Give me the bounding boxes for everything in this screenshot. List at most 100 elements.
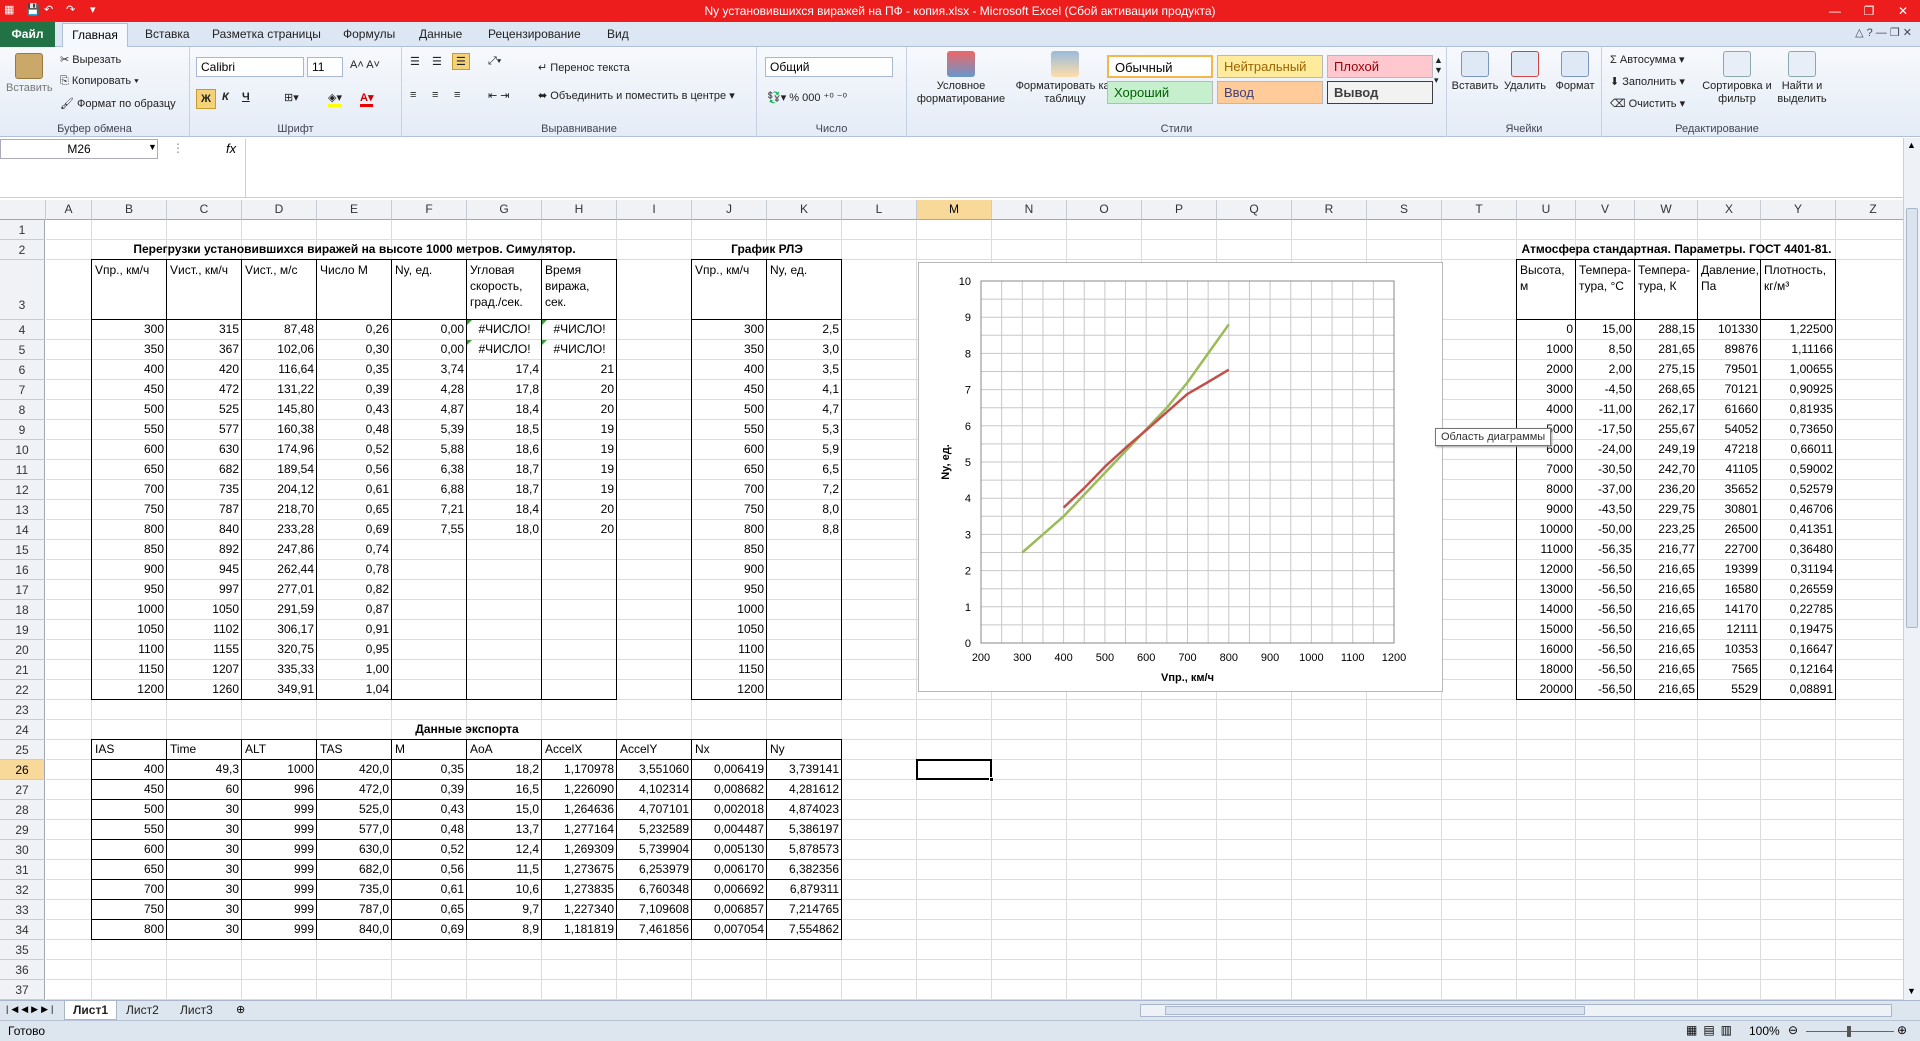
table1-cell[interactable]: 18,7 [467,460,542,480]
table4-cell[interactable]: 30 [167,820,242,840]
table1-cell[interactable]: 19 [542,420,617,440]
table3-cell[interactable]: -56,50 [1576,580,1635,600]
table3-cell[interactable]: 47218 [1698,440,1761,460]
table4-cell[interactable]: 7,109608 [617,900,692,920]
row-header[interactable]: 26 [0,760,45,780]
table3-cell[interactable]: 30801 [1698,500,1761,520]
table3-header[interactable]: Темпера-тура, °С [1576,260,1635,320]
table2-cell[interactable]: 900 [692,560,767,580]
table2-cell[interactable]: 950 [692,580,767,600]
table4-cell[interactable]: 0,005130 [692,840,767,860]
table1-cell[interactable] [542,660,617,680]
table1-header[interactable]: Число М [317,260,392,320]
table1-title[interactable]: Перегрузки установившихся виражей на выс… [92,240,617,260]
table1-cell[interactable]: 20 [542,400,617,420]
table4-cell[interactable]: 7,214765 [767,900,842,920]
table1-cell[interactable]: 1207 [167,660,242,680]
table4-header[interactable]: Ny [767,740,842,760]
table1-cell[interactable]: 945 [167,560,242,580]
style-normal[interactable]: Обычный [1107,55,1213,78]
table2-cell[interactable]: 7,2 [767,480,842,500]
table2-cell[interactable]: 450 [692,380,767,400]
copy-button[interactable]: ⎘ Копировать ▾ [60,75,139,88]
table4-cell[interactable]: 0,006170 [692,860,767,880]
table4-cell[interactable]: 1,269309 [542,840,617,860]
table4-cell[interactable]: 630,0 [317,840,392,860]
table1-cell[interactable]: 577 [167,420,242,440]
table1-cell[interactable]: 1050 [92,620,167,640]
table1-cell[interactable]: 300 [92,320,167,340]
conditional-formatting-button[interactable]: Условное форматирование [911,51,1011,106]
table1-cell[interactable]: 18,0 [467,520,542,540]
table1-cell[interactable] [542,560,617,580]
table1-cell[interactable]: 550 [92,420,167,440]
table1-cell[interactable]: 800 [92,520,167,540]
table1-cell[interactable]: 682 [167,460,242,480]
table4-cell[interactable]: 4,707101 [617,800,692,820]
table3-cell[interactable]: 3000 [1517,380,1576,400]
table1-cell[interactable] [542,540,617,560]
table4-cell[interactable]: 1,277164 [542,820,617,840]
row-header[interactable]: 15 [0,540,45,560]
table3-cell[interactable]: -24,00 [1576,440,1635,460]
column-header[interactable]: H [542,200,617,220]
indent-icons[interactable]: ⇤ ⇥ [488,89,510,102]
table2-cell[interactable]: 5,9 [767,440,842,460]
sheet-tab[interactable]: Лист3 [172,1001,221,1020]
table1-cell[interactable]: 18,7 [467,480,542,500]
table1-cell[interactable]: 0,26 [317,320,392,340]
table1-cell[interactable]: 840 [167,520,242,540]
insert-sheet-icon[interactable]: ⊕ [236,1003,245,1016]
table3-cell[interactable]: 236,20 [1635,480,1698,500]
table4-cell[interactable]: 450 [92,780,167,800]
table3-cell[interactable]: 79501 [1698,360,1761,380]
table1-cell[interactable] [467,640,542,660]
table4-cell[interactable]: 8,9 [467,920,542,940]
zoom-out-icon[interactable]: ⊖ [1788,1023,1798,1037]
table4-cell[interactable]: 30 [167,920,242,940]
table3-cell[interactable]: 1,11166 [1761,340,1836,360]
table4-cell[interactable]: 30 [167,840,242,860]
table4-cell[interactable]: 5,232589 [617,820,692,840]
table1-cell[interactable] [542,680,617,700]
table1-cell[interactable]: 0,56 [317,460,392,480]
table1-cell[interactable]: 0,87 [317,600,392,620]
row-header[interactable]: 34 [0,920,45,940]
table3-cell[interactable]: -4,50 [1576,380,1635,400]
table4-cell[interactable]: 16,5 [467,780,542,800]
table3-cell[interactable]: 11000 [1517,540,1576,560]
table1-cell[interactable]: 1,00 [317,660,392,680]
table2-cell[interactable]: 350 [692,340,767,360]
table1-cell[interactable] [542,640,617,660]
table1-cell[interactable]: 735 [167,480,242,500]
table3-cell[interactable]: 0,19475 [1761,620,1836,640]
clear-button[interactable]: ⌫ Очистить ▾ [1610,97,1685,110]
table4-cell[interactable]: 1,181819 [542,920,617,940]
table3-cell[interactable]: 216,65 [1635,580,1698,600]
table1-cell[interactable]: 1100 [92,640,167,660]
table2-cell[interactable] [767,580,842,600]
row-header[interactable]: 27 [0,780,45,800]
table1-cell[interactable]: 0,39 [317,380,392,400]
table1-cell[interactable]: 350 [92,340,167,360]
row-header[interactable]: 30 [0,840,45,860]
table1-cell[interactable]: 1155 [167,640,242,660]
table3-cell[interactable]: -56,50 [1576,660,1635,680]
tab-insert[interactable]: Вставка [145,27,190,41]
table2-title[interactable]: График РЛЭ [692,240,842,260]
table1-cell[interactable]: 850 [92,540,167,560]
table3-cell[interactable]: 9000 [1517,500,1576,520]
table2-cell[interactable] [767,620,842,640]
row-header[interactable]: 35 [0,940,45,960]
table1-cell[interactable] [467,620,542,640]
table1-cell[interactable]: 18,5 [467,420,542,440]
tab-view[interactable]: Вид [607,27,629,41]
row-header[interactable]: 28 [0,800,45,820]
table2-cell[interactable] [767,640,842,660]
table1-header[interactable]: Vпр., км/ч [92,260,167,320]
row-header[interactable]: 5 [0,340,45,360]
table2-cell[interactable]: 850 [692,540,767,560]
table2-cell[interactable]: 750 [692,500,767,520]
table1-cell[interactable]: 19 [542,460,617,480]
styles-scroll-icon[interactable]: ▲ ▼ ▾ [1434,55,1443,86]
